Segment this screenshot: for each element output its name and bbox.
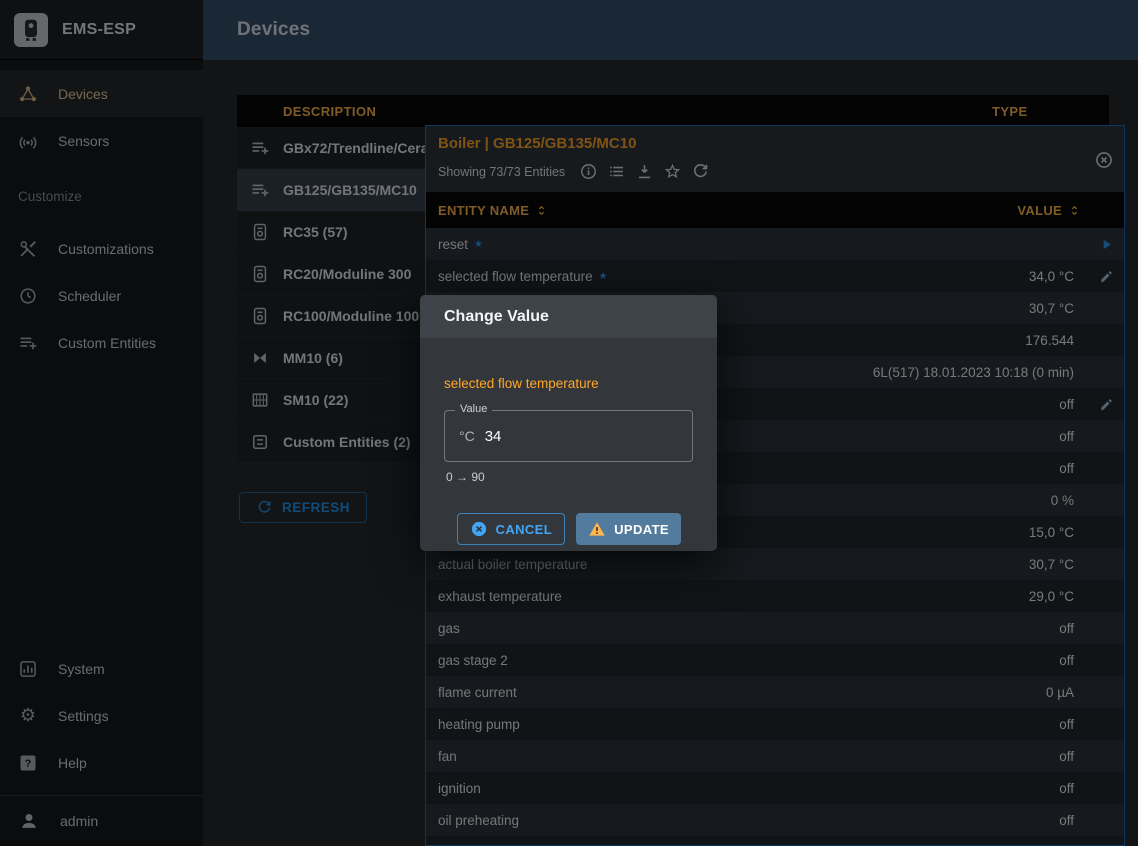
change-value-dialog: Change Value selected flow temperature V… bbox=[420, 295, 717, 551]
cancel-button[interactable]: CANCEL bbox=[457, 513, 566, 545]
dialog-title: Change Value bbox=[420, 295, 717, 338]
value-field-label: Value bbox=[455, 403, 492, 415]
value-input[interactable] bbox=[485, 428, 678, 445]
unit-adornment: °C bbox=[459, 428, 475, 444]
update-label: UPDATE bbox=[614, 522, 669, 537]
cancel-icon bbox=[470, 520, 488, 538]
warning-icon bbox=[588, 520, 606, 538]
dialog-entity-name: selected flow temperature bbox=[444, 376, 693, 392]
value-field[interactable]: Value °C bbox=[444, 410, 693, 462]
value-range-hint: 0 → 90 bbox=[444, 470, 693, 484]
update-button[interactable]: UPDATE bbox=[576, 513, 681, 545]
cancel-label: CANCEL bbox=[496, 522, 553, 537]
